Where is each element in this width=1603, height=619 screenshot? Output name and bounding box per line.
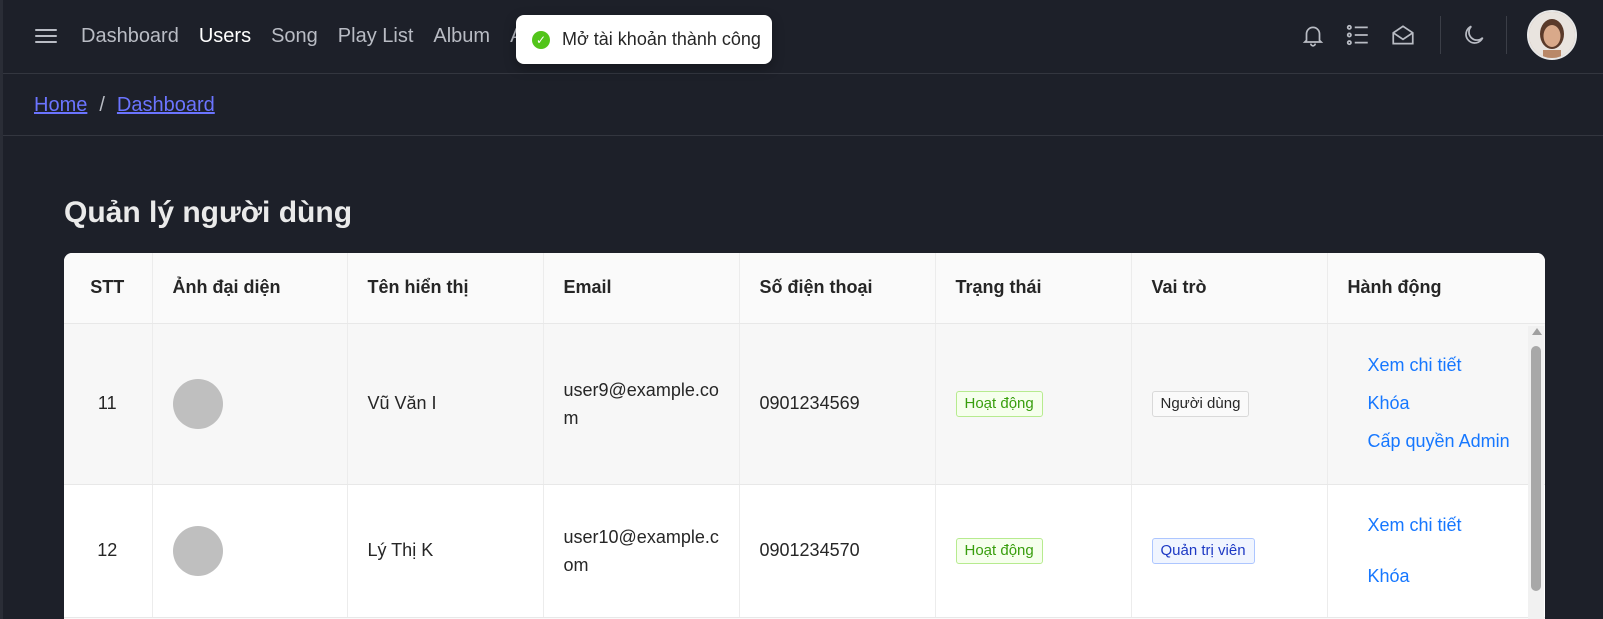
cell-stt: 11 bbox=[64, 323, 153, 485]
header-divider bbox=[1506, 16, 1507, 54]
email-line: m bbox=[563, 407, 579, 428]
main-nav: Dashboard Users Song Play List Album A bbox=[81, 22, 543, 50]
bell-icon[interactable] bbox=[1300, 22, 1326, 48]
breadcrumb-bar: Home / Dashboard bbox=[3, 74, 1603, 136]
mail-open-icon[interactable] bbox=[1390, 22, 1416, 48]
breadcrumb-separator: / bbox=[99, 94, 105, 116]
column-header-avatar: Ảnh đại diện bbox=[152, 253, 348, 324]
cell-role: Quản trị viên bbox=[1131, 484, 1328, 618]
hamburger-menu-icon[interactable] bbox=[35, 25, 57, 47]
user-avatar[interactable] bbox=[1527, 10, 1577, 60]
nav-item-dashboard[interactable]: Dashboard bbox=[81, 22, 179, 50]
table-row: 12 Lý Thị K user10@example.c om 09012345… bbox=[64, 484, 1545, 618]
lock-account-link[interactable]: Khóa bbox=[1368, 566, 1544, 587]
scroll-up-arrow-icon[interactable] bbox=[1532, 328, 1542, 335]
nav-item-playlist[interactable]: Play List bbox=[338, 22, 414, 50]
vertical-scrollbar[interactable] bbox=[1528, 326, 1544, 619]
avatar-placeholder bbox=[172, 378, 223, 429]
email-line: om bbox=[563, 554, 589, 575]
cell-avatar bbox=[152, 484, 348, 618]
cell-status: Hoạt động bbox=[935, 484, 1132, 618]
cell-actions: Xem chi tiết Khóa bbox=[1327, 484, 1545, 618]
nav-item-album[interactable]: Album bbox=[433, 22, 490, 50]
column-header-email: Email bbox=[543, 253, 740, 324]
cell-name: Vũ Văn I bbox=[347, 323, 544, 485]
toast-message: Mở tài khoản thành công bbox=[562, 29, 761, 49]
cell-avatar bbox=[152, 323, 348, 485]
status-badge: Hoạt động bbox=[955, 537, 1043, 564]
role-badge: Quản trị viên bbox=[1151, 537, 1255, 564]
grant-admin-link[interactable]: Cấp quyền Admin bbox=[1368, 431, 1544, 452]
breadcrumb: Home / Dashboard bbox=[34, 94, 215, 117]
nav-item-users[interactable]: Users bbox=[199, 22, 251, 50]
column-header-actions: Hành động bbox=[1327, 253, 1545, 324]
view-details-link[interactable]: Xem chi tiết bbox=[1368, 355, 1544, 376]
cell-actions: Xem chi tiết Khóa Cấp quyền Admin bbox=[1327, 323, 1545, 485]
page-title: Quản lý người dùng bbox=[64, 196, 353, 229]
users-table: STT Ảnh đại diện Tên hiển thị Email Số đ… bbox=[64, 253, 1545, 618]
column-header-name: Tên hiển thị bbox=[347, 253, 544, 324]
success-toast: ✓ Mở tài khoản thành công bbox=[516, 15, 772, 64]
breadcrumb-dashboard-link[interactable]: Dashboard bbox=[117, 94, 215, 117]
column-header-stt: STT bbox=[64, 253, 153, 324]
header-divider bbox=[1440, 16, 1441, 54]
role-badge: Người dùng bbox=[1151, 390, 1250, 417]
check-circle-icon: ✓ bbox=[532, 30, 550, 49]
top-navbar: Dashboard Users Song Play List Album A bbox=[3, 0, 1603, 74]
email-line: user10@example.c bbox=[563, 526, 719, 547]
column-header-phone: Số điện thoại bbox=[739, 253, 936, 324]
scrollbar-thumb[interactable] bbox=[1531, 346, 1541, 591]
cell-stt: 12 bbox=[64, 484, 153, 618]
cell-phone: 0901234570 bbox=[739, 484, 936, 618]
cell-status: Hoạt động bbox=[935, 323, 1132, 485]
status-badge: Hoạt động bbox=[955, 390, 1043, 417]
cell-role: Người dùng bbox=[1131, 323, 1328, 485]
cell-email: user9@example.co m bbox=[543, 323, 740, 485]
avatar-placeholder bbox=[172, 525, 223, 576]
moon-icon[interactable] bbox=[1461, 22, 1487, 48]
breadcrumb-home-link[interactable]: Home bbox=[34, 94, 87, 117]
cell-name: Lý Thị K bbox=[347, 484, 544, 618]
list-icon[interactable] bbox=[1345, 22, 1371, 48]
column-header-status: Trạng thái bbox=[935, 253, 1132, 324]
email-line: user9@example.co bbox=[563, 379, 719, 400]
table-header-row: STT Ảnh đại diện Tên hiển thị Email Số đ… bbox=[64, 253, 1545, 324]
table-row: 11 Vũ Văn I user9@example.co m 090123456… bbox=[64, 323, 1545, 485]
nav-item-song[interactable]: Song bbox=[271, 22, 318, 50]
view-details-link[interactable]: Xem chi tiết bbox=[1368, 515, 1544, 536]
column-header-role: Vai trò bbox=[1131, 253, 1328, 324]
cell-phone: 0901234569 bbox=[739, 323, 936, 485]
users-table-container: STT Ảnh đại diện Tên hiển thị Email Số đ… bbox=[64, 253, 1545, 619]
cell-email: user10@example.c om bbox=[543, 484, 740, 618]
lock-account-link[interactable]: Khóa bbox=[1368, 393, 1544, 414]
